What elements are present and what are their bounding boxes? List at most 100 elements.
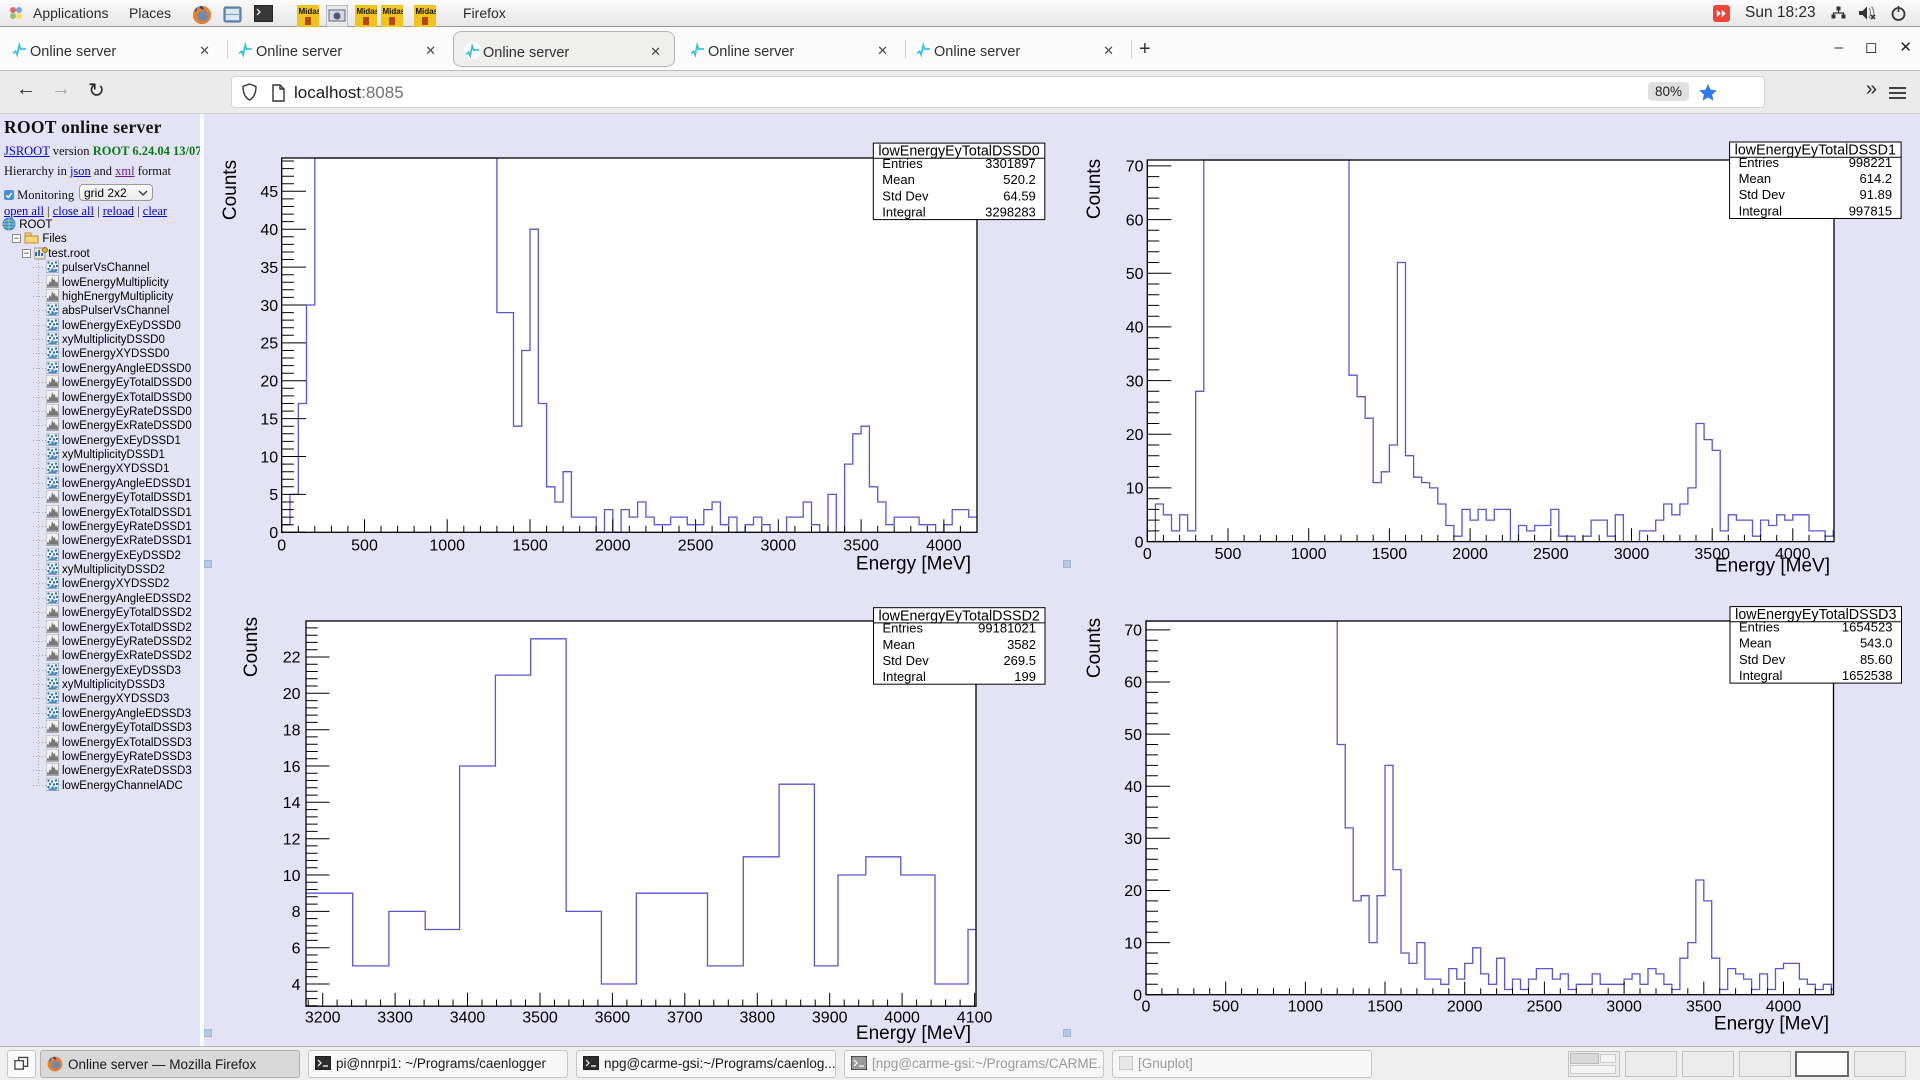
svg-text:Midas: Midas [416,7,437,16]
svg-text:Entries: Entries [883,621,924,636]
svg-text:25: 25 [260,336,278,353]
svg-text:1500: 1500 [512,538,548,555]
svg-text:20: 20 [260,374,278,391]
svg-text:520.2: 520.2 [1003,172,1036,187]
svg-text:2000: 2000 [1452,546,1488,563]
svg-text:3700: 3700 [667,1009,703,1026]
svg-text:2000: 2000 [595,538,631,555]
svg-text:Mean: Mean [1739,636,1772,651]
svg-text:85.60: 85.60 [1860,652,1893,667]
svg-text:3582: 3582 [1007,637,1036,652]
svg-text:4000: 4000 [926,538,962,555]
svg-text:500: 500 [351,538,378,555]
svg-text:0: 0 [277,538,286,555]
svg-text:Mean: Mean [883,637,916,652]
svg-text:Midas: Midas [299,7,320,16]
svg-text:2500: 2500 [1533,546,1569,563]
svg-text:60: 60 [1126,212,1144,229]
svg-text:10: 10 [260,449,278,466]
svg-text:Std Dev: Std Dev [882,188,929,203]
svg-text:Entries: Entries [1739,620,1780,635]
svg-text:Counts: Counts [220,160,241,220]
svg-text:10: 10 [1124,935,1142,952]
svg-text:3298283: 3298283 [985,205,1036,220]
svg-text:3000: 3000 [761,538,797,555]
svg-text:15: 15 [260,411,278,428]
svg-text:8: 8 [292,904,301,921]
svg-text:500: 500 [1215,546,1242,563]
svg-text:60: 60 [1124,675,1142,692]
svg-text:998221: 998221 [1849,155,1892,170]
svg-text:Energy [MeV]: Energy [MeV] [856,554,971,575]
svg-text:1000: 1000 [1288,999,1324,1016]
svg-text:14: 14 [283,795,301,812]
svg-text:Integral: Integral [882,205,925,220]
svg-text:18: 18 [283,722,301,739]
svg-text:3500: 3500 [843,538,879,555]
svg-text:3000: 3000 [1606,999,1642,1016]
svg-text:2500: 2500 [1527,999,1563,1016]
svg-text:Mean: Mean [1739,171,1772,186]
svg-text:3600: 3600 [595,1009,631,1026]
svg-text:50: 50 [1124,727,1142,744]
svg-text:Energy [MeV]: Energy [MeV] [856,1023,971,1044]
svg-text:20: 20 [1124,883,1142,900]
svg-text:199: 199 [1014,669,1036,684]
svg-text:0: 0 [1142,999,1151,1016]
svg-text:16: 16 [283,759,301,776]
svg-text:Energy [MeV]: Energy [MeV] [1714,1013,1829,1034]
svg-text:Counts: Counts [241,617,262,677]
svg-text:0: 0 [1135,534,1144,551]
svg-text:40: 40 [260,222,278,239]
svg-text:Mean: Mean [882,172,915,187]
svg-text:3300: 3300 [377,1009,413,1026]
svg-text:10: 10 [1126,481,1144,498]
svg-text:3200: 3200 [305,1009,341,1026]
svg-text:269.5: 269.5 [1003,653,1036,668]
svg-text:3800: 3800 [740,1009,776,1026]
svg-text:50: 50 [1126,266,1144,283]
svg-text:1500: 1500 [1372,546,1408,563]
svg-text:6: 6 [292,941,301,958]
svg-text:70: 70 [1124,623,1142,640]
svg-text:99181021: 99181021 [978,621,1036,636]
svg-text:Std Dev: Std Dev [1739,187,1786,202]
svg-text:45: 45 [260,184,278,201]
svg-text:614.2: 614.2 [1860,171,1893,186]
svg-text:Entries: Entries [882,156,923,171]
svg-text:2000: 2000 [1447,999,1483,1016]
svg-text:30: 30 [1124,831,1142,848]
svg-text:0: 0 [1143,546,1152,563]
svg-text:22: 22 [283,650,301,667]
svg-text:40: 40 [1124,779,1142,796]
svg-text:0: 0 [1133,988,1142,1005]
svg-text:3400: 3400 [450,1009,486,1026]
svg-text:3000: 3000 [1614,546,1650,563]
svg-text:Entries: Entries [1739,155,1780,170]
svg-text:Std Dev: Std Dev [1739,652,1786,667]
svg-text:20: 20 [283,686,301,703]
svg-text:1654523: 1654523 [1842,620,1893,635]
svg-text:1000: 1000 [1291,546,1327,563]
svg-text:5: 5 [269,487,278,504]
svg-text:Integral: Integral [1739,668,1782,683]
svg-text:4: 4 [292,977,301,994]
svg-text:91.89: 91.89 [1860,187,1893,202]
svg-text:0: 0 [269,525,278,542]
svg-text:2500: 2500 [678,538,714,555]
svg-text:Midas: Midas [383,7,404,16]
svg-text:543.0: 543.0 [1860,636,1893,651]
svg-text:Energy [MeV]: Energy [MeV] [1715,556,1830,577]
svg-text:30: 30 [260,298,278,315]
svg-text:40: 40 [1126,320,1144,337]
svg-text:Integral: Integral [883,669,926,684]
svg-text:Counts: Counts [1084,159,1105,219]
svg-text:Integral: Integral [1739,203,1782,218]
svg-text:30: 30 [1126,373,1144,390]
svg-text:35: 35 [260,260,278,277]
svg-text:10: 10 [283,868,301,885]
svg-text:64.59: 64.59 [1003,188,1036,203]
svg-text:3900: 3900 [812,1009,848,1026]
svg-text:Counts: Counts [1084,618,1105,678]
svg-text:Midas: Midas [357,7,378,16]
